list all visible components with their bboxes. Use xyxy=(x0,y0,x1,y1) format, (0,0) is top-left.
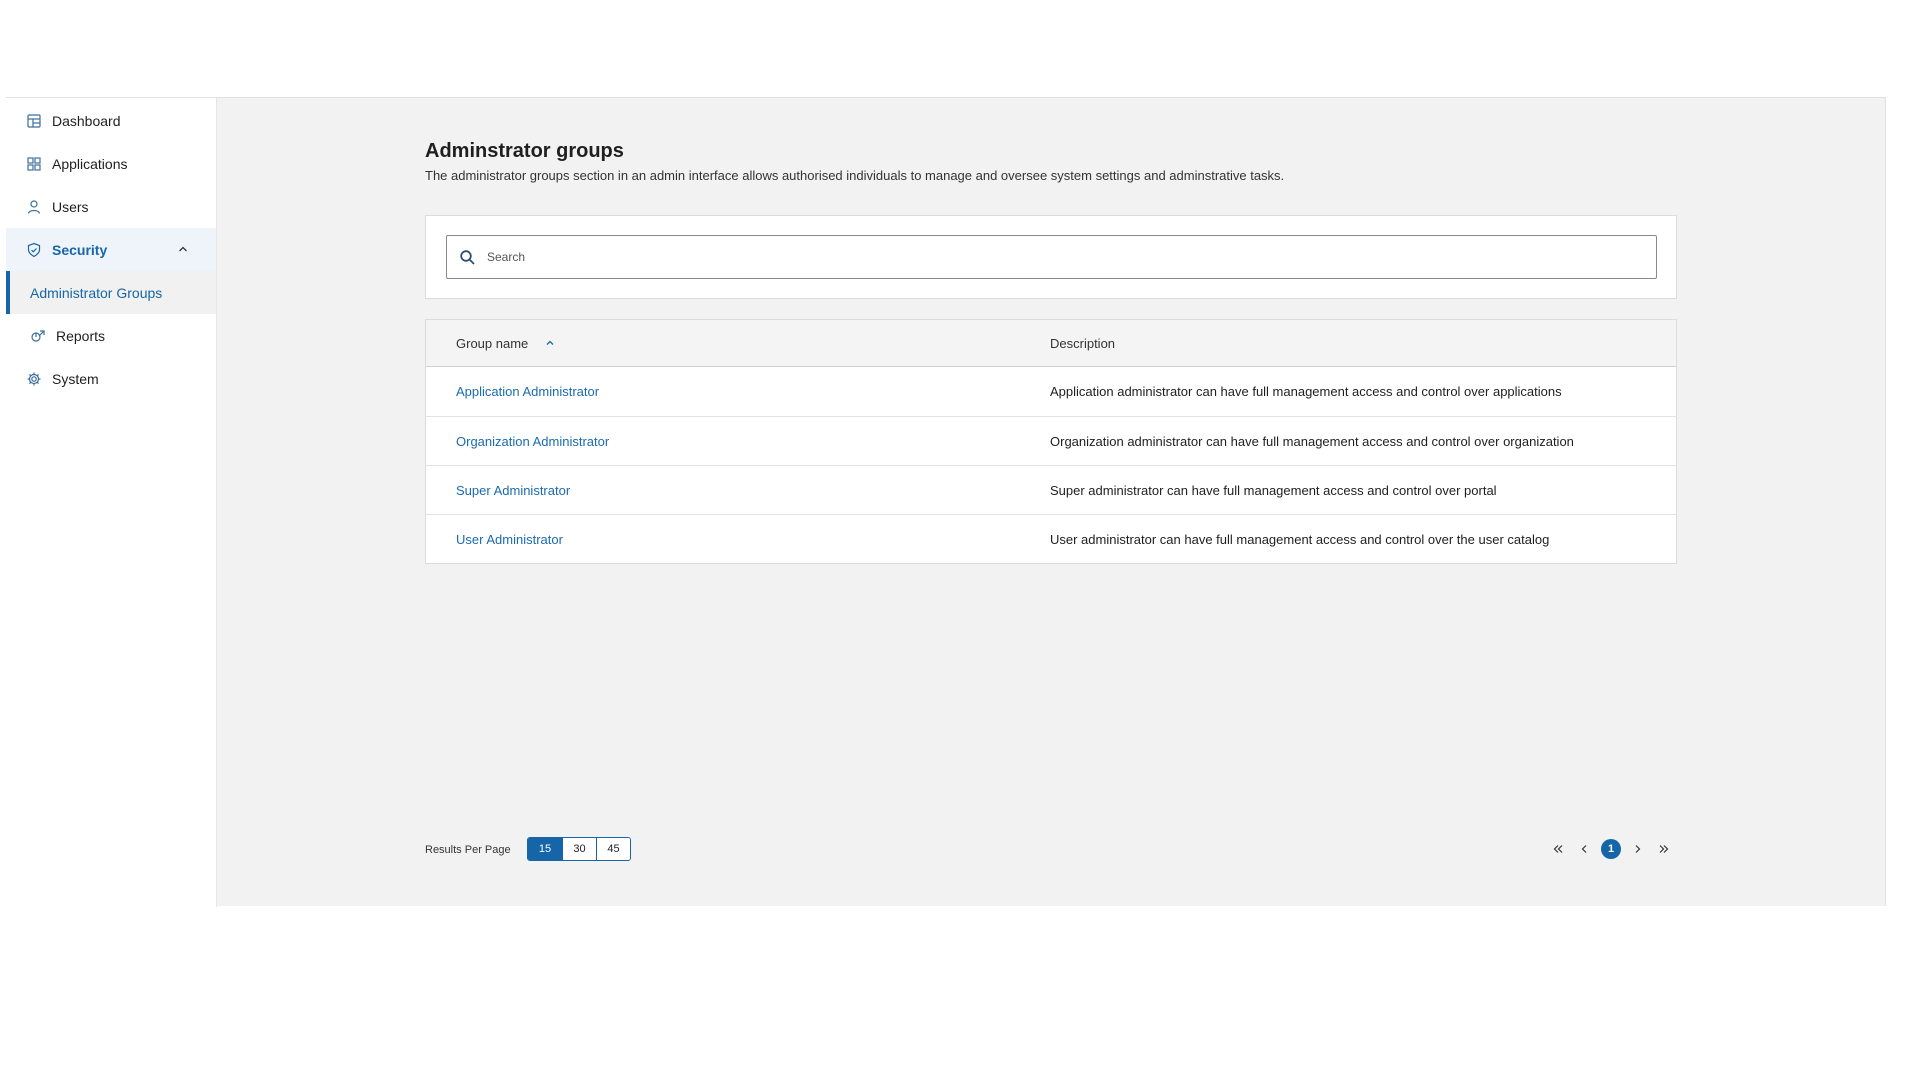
sidebar-item-system[interactable]: System xyxy=(6,357,216,400)
table-header: Group name Description xyxy=(426,320,1676,367)
page-title: Adminstrator groups xyxy=(425,140,624,162)
table-row: User Administrator User administrator ca… xyxy=(426,514,1676,563)
group-description: Application administrator can have full … xyxy=(1050,384,1562,399)
group-description: Organization administrator can have full… xyxy=(1050,433,1574,449)
user-icon xyxy=(26,199,42,215)
search-box[interactable] xyxy=(446,235,1657,279)
next-page-icon[interactable] xyxy=(1627,838,1649,860)
results-per-page-option-45[interactable]: 45 xyxy=(596,838,630,860)
sidebar-subitem-label: Administrator Groups xyxy=(30,284,163,301)
table-row: Application Administrator Application ad… xyxy=(426,367,1676,416)
group-name-link[interactable]: Super Administrator xyxy=(456,483,570,498)
sidebar-item-label: Dashboard xyxy=(52,112,121,129)
sidebar-item-label: Users xyxy=(52,198,89,215)
table-row: Organization Administrator Organization … xyxy=(426,416,1676,465)
table-footer: Results Per Page 15 30 45 1 xyxy=(425,836,1677,864)
sort-ascending-icon[interactable] xyxy=(544,337,556,349)
last-page-icon[interactable] xyxy=(1653,838,1675,860)
gear-icon xyxy=(26,371,42,387)
results-per-page-selector: 15 30 45 xyxy=(527,837,631,861)
app-frame: Dashboard Applications Users Security Ad… xyxy=(6,97,1886,907)
sidebar-item-label: Security xyxy=(52,241,108,258)
column-header-group-name[interactable]: Group name xyxy=(426,336,1050,351)
results-per-page-label: Results Per Page xyxy=(425,844,511,856)
sidebar-item-label: Applications xyxy=(52,155,128,172)
page-description: The administrator groups section in an a… xyxy=(425,168,1285,183)
sidebar-item-label: System xyxy=(52,370,99,387)
group-name-link[interactable]: Organization Administrator xyxy=(456,434,609,449)
column-header-label: Group name xyxy=(456,335,529,351)
pagination: 1 xyxy=(1543,836,1675,862)
shield-icon xyxy=(26,242,42,258)
table-row: Super Administrator Super administrator … xyxy=(426,465,1676,514)
column-header-description: Description xyxy=(1050,335,1116,351)
group-name-link[interactable]: User Administrator xyxy=(456,532,563,547)
chevron-up-icon[interactable] xyxy=(176,242,190,256)
sidebar: Dashboard Applications Users Security Ad… xyxy=(6,98,217,907)
group-name-link[interactable]: Application Administrator xyxy=(456,384,599,399)
search-input[interactable] xyxy=(487,250,1656,264)
sidebar-subitem-administrator-groups[interactable]: Administrator Groups xyxy=(6,271,216,314)
sidebar-item-dashboard[interactable]: Dashboard xyxy=(6,99,216,142)
applications-grid-icon xyxy=(26,156,42,172)
group-description: Super administrator can have full manage… xyxy=(1050,482,1497,498)
search-icon xyxy=(459,249,476,266)
search-card xyxy=(425,215,1677,299)
group-description: User administrator can have full managem… xyxy=(1050,531,1550,547)
sidebar-item-users[interactable]: Users xyxy=(6,185,216,228)
dashboard-icon xyxy=(26,113,42,129)
sidebar-item-applications[interactable]: Applications xyxy=(6,142,216,185)
first-page-icon[interactable] xyxy=(1547,838,1569,860)
results-per-page-option-15[interactable]: 15 xyxy=(528,838,562,860)
groups-table: Group name Description Application Admin… xyxy=(425,319,1677,564)
sidebar-item-label: Reports xyxy=(56,327,106,344)
page-number-current[interactable]: 1 xyxy=(1601,839,1621,859)
previous-page-icon[interactable] xyxy=(1573,838,1595,860)
results-per-page-option-30[interactable]: 30 xyxy=(562,838,596,860)
sidebar-item-reports[interactable]: Reports xyxy=(6,314,216,357)
sidebar-item-security[interactable]: Security xyxy=(6,228,216,271)
reports-icon xyxy=(30,328,46,344)
